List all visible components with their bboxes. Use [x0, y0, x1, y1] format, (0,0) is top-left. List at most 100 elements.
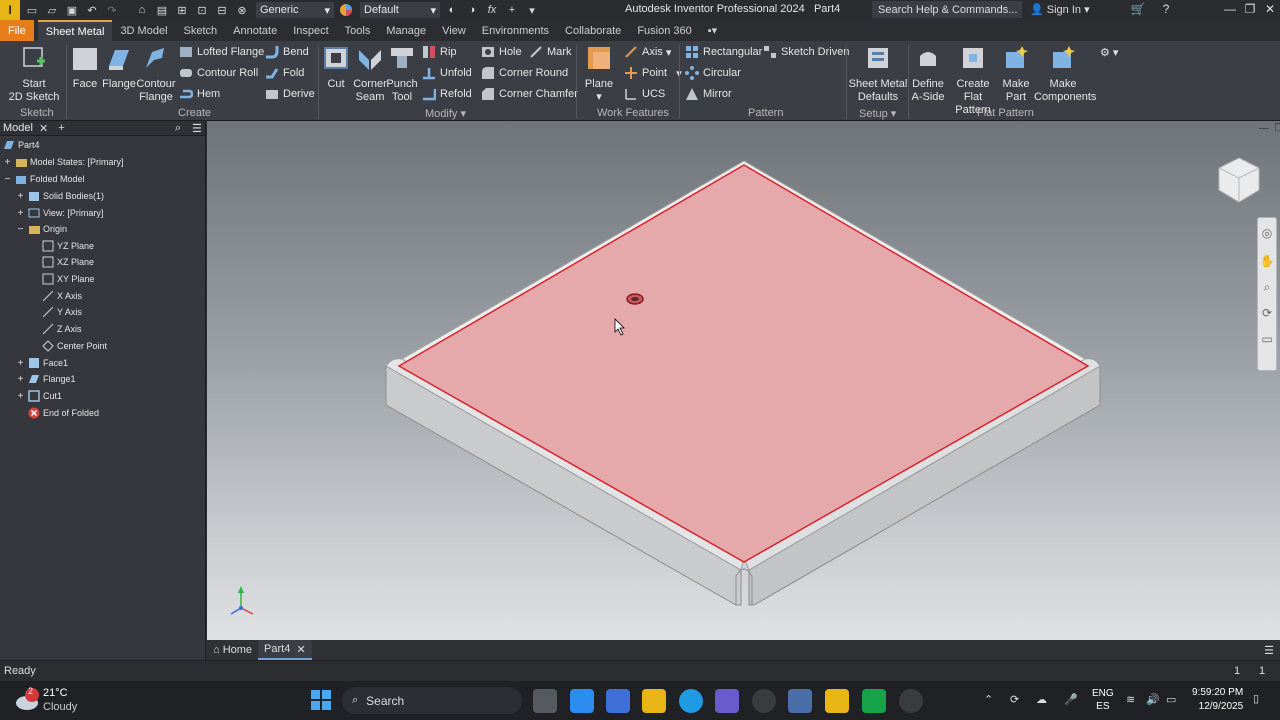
volume-icon[interactable]: 🔊 — [1146, 693, 1160, 706]
add-icon[interactable]: + — [504, 2, 520, 18]
collapse-icon[interactable]: − — [3, 175, 12, 185]
wifi-icon[interactable]: ≋ — [1126, 693, 1135, 706]
contour-roll-button[interactable]: Contour Roll — [179, 64, 258, 82]
make-part-button[interactable]: Make Part — [1000, 44, 1032, 104]
point-button[interactable]: Point ▾ — [624, 64, 682, 82]
tab-annotate[interactable]: Annotate — [225, 20, 285, 41]
weather-widget[interactable] — [14, 687, 40, 716]
contour-flange-button[interactable]: Contour Flange — [136, 44, 176, 104]
pan-icon[interactable]: ✋ — [1258, 248, 1276, 274]
sheet-metal-defaults-button[interactable]: Sheet Metal Defaults — [848, 44, 908, 104]
inventor-app-icon[interactable]: I — [0, 0, 20, 20]
visibility-icon[interactable]: ⊟ — [214, 2, 230, 18]
tab-sketch[interactable]: Sketch — [176, 20, 226, 41]
define-a-side-button[interactable]: Define A-Side — [910, 44, 946, 104]
tree-item-face1[interactable]: Face1 — [28, 355, 68, 371]
lofted-flange-button[interactable]: Lofted Flange — [179, 43, 264, 61]
corner-chamfer-button[interactable]: Corner Chamfer — [481, 85, 578, 103]
rectangular-pattern-button[interactable]: Rectangular — [685, 43, 762, 61]
tab-view[interactable]: View — [434, 20, 474, 41]
cart-icon[interactable]: 🛒 — [1130, 2, 1146, 18]
tree-item-x-axis[interactable]: X Axis — [42, 288, 82, 304]
expand-icon[interactable]: + — [16, 359, 25, 369]
tree-item-flange1[interactable]: Flange1 — [28, 371, 76, 387]
video-icon[interactable]: ▪▾ — [700, 20, 725, 41]
tab-environments[interactable]: Environments — [474, 20, 557, 41]
edge-browser-icon[interactable] — [679, 689, 703, 713]
sketch-driven-pattern-button[interactable]: Sketch Driven — [763, 43, 849, 61]
store-app-icon[interactable] — [606, 689, 630, 713]
doc-tabs-menu-icon[interactable]: ☰ — [1264, 644, 1274, 657]
open-folder-icon[interactable]: ▱ — [44, 2, 60, 18]
doc-tab-part4[interactable]: Part4 ✕ — [258, 640, 312, 660]
hem-button[interactable]: Hem — [179, 85, 220, 103]
language-indicator[interactable]: ENG ES — [1092, 687, 1114, 713]
redo-icon[interactable]: ↷ — [104, 2, 120, 18]
measure-icon[interactable]: ⊞ — [174, 2, 190, 18]
cut-button[interactable]: Cut — [321, 44, 351, 91]
tab-sheet-metal[interactable]: Sheet Metal — [37, 20, 113, 41]
panel-label-setup[interactable]: Setup ▾ — [859, 107, 896, 120]
close-icon[interactable]: ✕ — [39, 122, 48, 135]
tree-item-folded-model[interactable]: Folded Model — [15, 171, 85, 187]
derive-button[interactable]: Derive — [265, 85, 315, 103]
new-file-icon[interactable]: ▭ — [24, 2, 40, 18]
update-icon[interactable]: ▤ — [154, 2, 170, 18]
clock[interactable]: 9:59:20 PM 12/9/2025 — [1192, 686, 1243, 714]
tree-item-center-point[interactable]: Center Point — [42, 338, 107, 354]
corner-round-button[interactable]: Corner Round — [481, 64, 568, 82]
tab-manage[interactable]: Manage — [378, 20, 434, 41]
sign-in-button[interactable]: 👤 Sign In ▾ — [1030, 3, 1090, 16]
notes-app-icon[interactable] — [570, 689, 594, 713]
tree-item-xz-plane[interactable]: XZ Plane — [42, 254, 94, 270]
add-icon[interactable]: + — [58, 122, 64, 134]
corner-seam-button[interactable]: Corner Seam — [352, 44, 388, 104]
start-2d-sketch-button[interactable]: Start 2D Sketch — [8, 44, 60, 104]
tree-item-xy-plane[interactable]: XY Plane — [42, 271, 94, 287]
close-button[interactable]: ✕ — [1262, 2, 1278, 18]
home-icon[interactable]: ⌂ — [134, 2, 150, 18]
tree-item-model-states[interactable]: Model States: [Primary] — [15, 154, 124, 170]
tree-item-origin[interactable]: Origin — [28, 221, 67, 237]
tree-item-part[interactable]: Part4 — [3, 137, 40, 153]
tab-inspect[interactable]: Inspect — [285, 20, 336, 41]
recorder-app-icon[interactable] — [899, 689, 923, 713]
tree-item-yz-plane[interactable]: YZ Plane — [42, 238, 94, 254]
rip-button[interactable]: Rip — [422, 43, 457, 61]
search-icon[interactable]: ⌕ — [175, 122, 181, 135]
tree-item-y-axis[interactable]: Y Axis — [42, 304, 82, 320]
cancel-icon[interactable]: ⊗ — [234, 2, 250, 18]
file-explorer-icon[interactable] — [642, 689, 666, 713]
tree-item-end-of-folded[interactable]: End of Folded — [28, 405, 99, 421]
chatgpt-icon[interactable] — [752, 689, 776, 713]
graphics-viewport[interactable]: — ❐ ✕ ◎ ✋ ⌕ ⟳ ▭ — [207, 121, 1280, 640]
viewport-window-controls[interactable]: — ❐ ✕ — [1259, 123, 1280, 134]
collapse-icon[interactable]: − — [16, 225, 25, 235]
selected-top-face[interactable] — [397, 164, 1090, 563]
expand-icon[interactable]: + — [16, 192, 25, 202]
qat-menu-icon[interactable]: ▾ — [524, 2, 540, 18]
steering-wheel-icon[interactable]: ◎ — [1258, 218, 1276, 248]
notifications-icon[interactable]: ▯ — [1253, 692, 1259, 705]
model-canvas[interactable] — [207, 121, 1280, 640]
undo-icon[interactable]: ↶ — [84, 2, 100, 18]
expand-icon[interactable]: + — [16, 375, 25, 385]
sync-icon[interactable]: ⟳ — [1010, 693, 1019, 706]
expand-icon[interactable]: + — [3, 158, 12, 168]
doc-tab-home[interactable]: ⌂ Home — [207, 640, 258, 660]
select-icon[interactable]: ⊡ — [194, 2, 210, 18]
bend-button[interactable]: Bend — [265, 43, 309, 61]
material-icon[interactable]: ◐ — [444, 2, 460, 18]
tab-file[interactable]: File — [0, 20, 34, 41]
tab-tools[interactable]: Tools — [337, 20, 379, 41]
help-search-input[interactable]: Search Help & Commands... — [872, 1, 1022, 18]
style-dropdown[interactable]: Default ▾ — [360, 2, 440, 18]
mirror-button[interactable]: Mirror — [685, 85, 732, 103]
panel-label-modify[interactable]: Modify ▾ — [425, 107, 466, 120]
circular-pattern-button[interactable]: Circular — [685, 64, 741, 82]
function-icon[interactable]: fx — [484, 2, 500, 18]
ucs-button[interactable]: UCS — [624, 85, 665, 103]
plane-button[interactable]: Plane ▾ — [582, 44, 616, 104]
appearance-icon[interactable]: ◑ — [464, 2, 480, 18]
appearance-dropdown[interactable]: Generic ▾ — [256, 2, 334, 18]
